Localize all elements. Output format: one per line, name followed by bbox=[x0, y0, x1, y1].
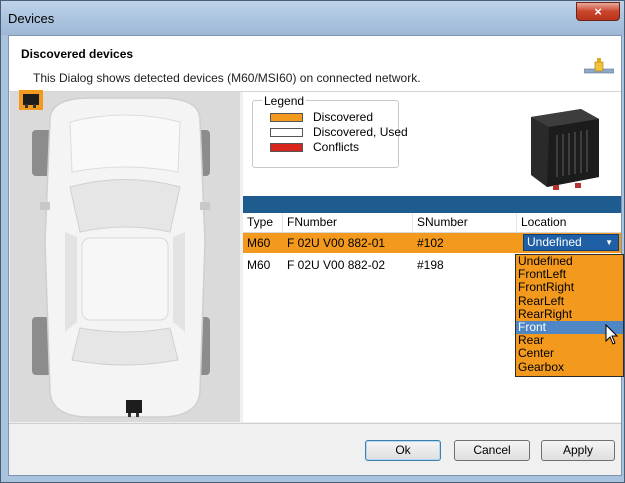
car-outline-image bbox=[32, 97, 210, 418]
dropdown-option-rearright[interactable]: RearRight bbox=[516, 307, 623, 321]
legend-label: Conflicts bbox=[313, 140, 360, 154]
legend-swatch bbox=[270, 113, 303, 122]
cell-snumber: #102 bbox=[417, 236, 444, 250]
legend-title: Legend bbox=[262, 94, 307, 108]
location-select-value: Undefined bbox=[527, 235, 582, 249]
dropdown-option-rearleft[interactable]: RearLeft bbox=[516, 294, 623, 308]
column-header-snumber[interactable]: SNumber bbox=[413, 213, 517, 232]
cell-fnumber: F 02U V00 882-01 bbox=[287, 236, 386, 250]
legend-label: Discovered bbox=[313, 110, 374, 124]
column-header-fnumber[interactable]: FNumber bbox=[283, 213, 413, 232]
cell-type: M60 bbox=[247, 236, 271, 250]
location-select[interactable]: Undefined ▼ bbox=[523, 234, 619, 251]
mouse-pointer-icon bbox=[605, 324, 619, 345]
cancel-button[interactable]: Cancel bbox=[454, 440, 530, 461]
device-marker-rear-icon[interactable] bbox=[124, 400, 144, 418]
title-bar[interactable]: Devices × bbox=[1, 1, 624, 35]
page-title: Discovered devices bbox=[21, 47, 134, 61]
vehicle-layout-panel bbox=[10, 90, 240, 422]
legend-label: Discovered, Used bbox=[313, 125, 408, 139]
legend-swatch bbox=[270, 128, 303, 137]
dropdown-option-gearbox[interactable]: Gearbox bbox=[516, 360, 623, 374]
dropdown-option-center[interactable]: Center bbox=[516, 347, 623, 360]
apply-button[interactable]: Apply bbox=[541, 440, 615, 461]
window-title: Devices bbox=[8, 11, 55, 26]
cell-fnumber: F 02U V00 882-02 bbox=[287, 258, 386, 272]
page-subtitle: This Dialog shows detected devices (M60/… bbox=[33, 71, 421, 85]
network-plug-icon bbox=[584, 58, 614, 74]
grid-column-headers: Type FNumber SNumber Location bbox=[243, 213, 621, 233]
header-band: Discovered devices This Dialog shows det… bbox=[9, 36, 621, 92]
grid-header-bar bbox=[243, 196, 621, 213]
cell-snumber: #198 bbox=[417, 258, 444, 272]
device-photo-image bbox=[531, 109, 599, 190]
device-marker-front-icon[interactable] bbox=[19, 90, 43, 110]
chevron-down-icon[interactable]: ▼ bbox=[605, 235, 613, 250]
legend-box: Legend Discovered Discovered, Used Confl… bbox=[252, 94, 408, 168]
location-dropdown-list: Undefined FrontLeft FrontRight RearLeft … bbox=[515, 254, 624, 377]
close-button[interactable]: × bbox=[576, 2, 620, 21]
legend-swatch bbox=[270, 143, 303, 152]
devices-dialog: Devices × Discovered devices This Dialog… bbox=[0, 0, 625, 483]
dropdown-option-frontright[interactable]: FrontRight bbox=[516, 281, 623, 294]
divider bbox=[9, 423, 621, 424]
column-header-type[interactable]: Type bbox=[243, 213, 283, 232]
ok-button[interactable]: Ok bbox=[365, 440, 441, 461]
table-row[interactable]: M60 F 02U V00 882-01 #102 Undefined ▼ bbox=[243, 233, 621, 253]
cell-type: M60 bbox=[247, 258, 271, 272]
column-header-location[interactable]: Location bbox=[517, 213, 621, 232]
